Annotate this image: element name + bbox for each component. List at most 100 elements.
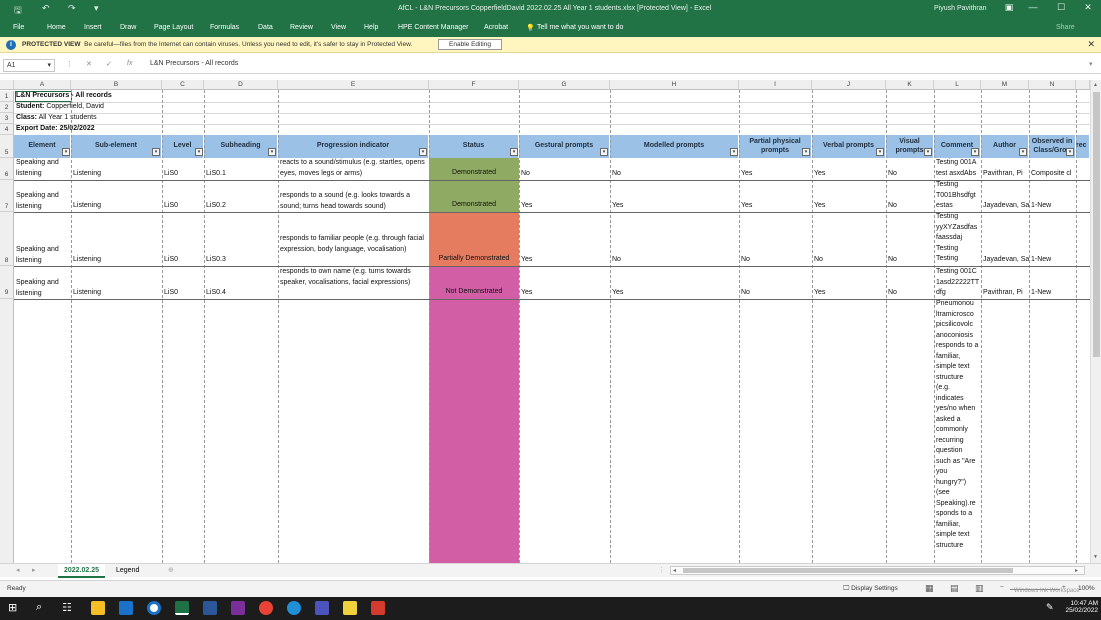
horizontal-scrollbar[interactable]: ◂ ▸: [670, 566, 1085, 575]
share-button[interactable]: Share: [1056, 24, 1075, 31]
page-layout-view-icon[interactable]: ▤: [950, 583, 959, 594]
select-all-corner[interactable]: [0, 80, 14, 90]
row9-gestural[interactable]: Yes: [519, 288, 610, 299]
tab-splitter-icon[interactable]: ⋮: [652, 564, 671, 578]
expand-formula-icon[interactable]: ▾: [1089, 60, 1093, 68]
filter-dropdown-icon[interactable]: ▾: [876, 148, 884, 156]
row9-status[interactable]: Not Demonstrated: [429, 288, 519, 295]
row9-visual[interactable]: No: [886, 288, 934, 299]
tab-help[interactable]: Help: [364, 24, 378, 31]
zoom-level[interactable]: 100%: [1078, 585, 1095, 592]
col-header-o[interactable]: [1076, 80, 1090, 90]
filter-dropdown-icon[interactable]: ▾: [730, 148, 738, 156]
header-gestural-prompts[interactable]: Gestural prompts: [519, 135, 610, 158]
tab-review[interactable]: Review: [290, 24, 313, 31]
row7-element[interactable]: Speaking and listening: [14, 191, 71, 212]
row9-verbal[interactable]: Yes: [812, 288, 886, 299]
user-name[interactable]: Piyush Pavithran: [934, 5, 987, 12]
row-header-6[interactable]: 6: [0, 158, 14, 180]
tab-hpe-content-manager[interactable]: HPE Content Manager: [398, 24, 468, 31]
save-icon[interactable]: 🖫: [14, 3, 22, 19]
row9-subheading[interactable]: LiS0.4: [204, 288, 278, 299]
display-settings-button[interactable]: 🖵 Display Settings: [843, 585, 898, 593]
add-sheet-icon[interactable]: ⊕: [162, 564, 180, 578]
row-header-2[interactable]: 2: [0, 102, 14, 113]
row9-indicator[interactable]: responds to own name (e.g. turns towards…: [278, 267, 429, 288]
row8-indicator[interactable]: responds to familiar people (e.g. throug…: [278, 234, 429, 255]
row8-gestural[interactable]: Yes: [519, 255, 610, 266]
row8-status[interactable]: Partially Demonstrated: [429, 255, 519, 262]
header-progression-indicator[interactable]: Progression indicator: [278, 135, 429, 158]
row7-sub-element[interactable]: Listening: [71, 201, 162, 212]
spreadsheet-grid[interactable]: A B C D E F G H I J K L M N 1 2 3 4 5 6 …: [0, 80, 1090, 563]
filter-dropdown-icon[interactable]: ▾: [924, 148, 932, 156]
scroll-right-icon[interactable]: ▸: [1075, 567, 1078, 574]
tab-data[interactable]: Data: [258, 24, 273, 31]
overflow-comment[interactable]: Pneumonou ltramicrosco picsilicovolc ano…: [934, 299, 981, 563]
filter-dropdown-icon[interactable]: ▾: [1066, 148, 1074, 156]
tab-file[interactable]: File: [13, 24, 24, 31]
filter-dropdown-icon[interactable]: ▾: [268, 148, 276, 156]
row9-modelled[interactable]: Yes: [610, 288, 739, 299]
row9-element[interactable]: Speaking and listening: [14, 278, 71, 299]
row-header-4[interactable]: 4: [0, 124, 14, 135]
row6-status[interactable]: Demonstrated: [429, 169, 519, 176]
row-header-9[interactable]: 9: [0, 266, 14, 299]
file-explorer-icon[interactable]: [91, 601, 105, 615]
col-header-n[interactable]: N: [1029, 80, 1076, 90]
filter-dropdown-icon[interactable]: ▾: [1019, 148, 1027, 156]
row8-subheading[interactable]: LiS0.3: [204, 255, 278, 266]
ribbon-options-icon[interactable]: ▣: [1000, 2, 1018, 13]
chrome-icon[interactable]: [259, 601, 273, 615]
search-icon[interactable]: ⌕: [36, 601, 42, 614]
row6-partial[interactable]: Yes: [739, 169, 812, 180]
row7-modelled[interactable]: Yes: [610, 201, 739, 212]
row9-author[interactable]: Pavithran, Pi: [981, 288, 1029, 299]
col-header-d[interactable]: D: [204, 80, 278, 90]
vertical-scroll-thumb[interactable]: [1093, 92, 1100, 357]
outlook-icon[interactable]: [119, 601, 133, 615]
row7-visual[interactable]: No: [886, 201, 934, 212]
sheet-tab-2022-02-25[interactable]: 2022.02.25: [58, 564, 106, 578]
row7-comment[interactable]: Testing T001Bhsdfgt estas: [934, 180, 981, 212]
col-header-c[interactable]: C: [162, 80, 204, 90]
tab-draw[interactable]: Draw: [120, 24, 136, 31]
filter-dropdown-icon[interactable]: ▾: [195, 148, 203, 156]
col-header-h[interactable]: H: [610, 80, 739, 90]
cancel-icon[interactable]: ✕: [86, 60, 92, 68]
row8-observed[interactable]: 1-New: [1029, 255, 1076, 266]
row8-partial[interactable]: No: [739, 255, 812, 266]
row6-subheading[interactable]: LiS0.1: [204, 169, 278, 180]
row8-author[interactable]: Jayadevan, Sa: [981, 255, 1029, 266]
class-cell[interactable]: Class: All Year 1 students: [14, 113, 314, 124]
close-bar-icon[interactable]: ✕: [1087, 39, 1095, 50]
filter-dropdown-icon[interactable]: ▾: [62, 148, 70, 156]
customize-qat-icon[interactable]: ▾: [94, 3, 99, 14]
row9-partial[interactable]: No: [739, 288, 812, 299]
row8-comment[interactable]: Testing yyXYZasdfas faassdaj Testing Tes…: [934, 212, 981, 266]
header-sub-element[interactable]: Sub-element: [71, 135, 162, 158]
row7-observed[interactable]: 1-New: [1029, 201, 1076, 212]
next-sheet-icon[interactable]: ▸: [26, 564, 42, 578]
enter-icon[interactable]: ✓: [106, 60, 112, 68]
col-header-m[interactable]: M: [981, 80, 1029, 90]
row7-author[interactable]: Jayadevan, Sa: [981, 201, 1029, 212]
row8-modelled[interactable]: No: [610, 255, 739, 266]
filter-dropdown-icon[interactable]: ▾: [419, 148, 427, 156]
tab-view[interactable]: View: [331, 24, 346, 31]
row6-indicator[interactable]: reacts to a sound/stimulus (e.g. startle…: [278, 158, 429, 179]
header-status[interactable]: Status: [429, 135, 519, 158]
pen-icon[interactable]: ✎: [1046, 602, 1054, 613]
prev-sheet-icon[interactable]: ◂: [10, 564, 26, 578]
browser-icon[interactable]: [147, 601, 161, 615]
row-header-7[interactable]: 7: [0, 180, 14, 212]
row7-indicator[interactable]: responds to a sound (e.g. looks towards …: [278, 191, 429, 212]
row6-visual[interactable]: No: [886, 169, 934, 180]
tab-home[interactable]: Home: [47, 24, 66, 31]
task-view-icon[interactable]: ☷: [62, 601, 72, 614]
row6-element[interactable]: Speaking and listening: [14, 158, 71, 179]
row-header-8[interactable]: 8: [0, 212, 14, 266]
row-header-5[interactable]: 5: [0, 135, 14, 158]
row6-author[interactable]: Pavithran, Pi: [981, 169, 1029, 180]
col-header-g[interactable]: G: [519, 80, 610, 90]
